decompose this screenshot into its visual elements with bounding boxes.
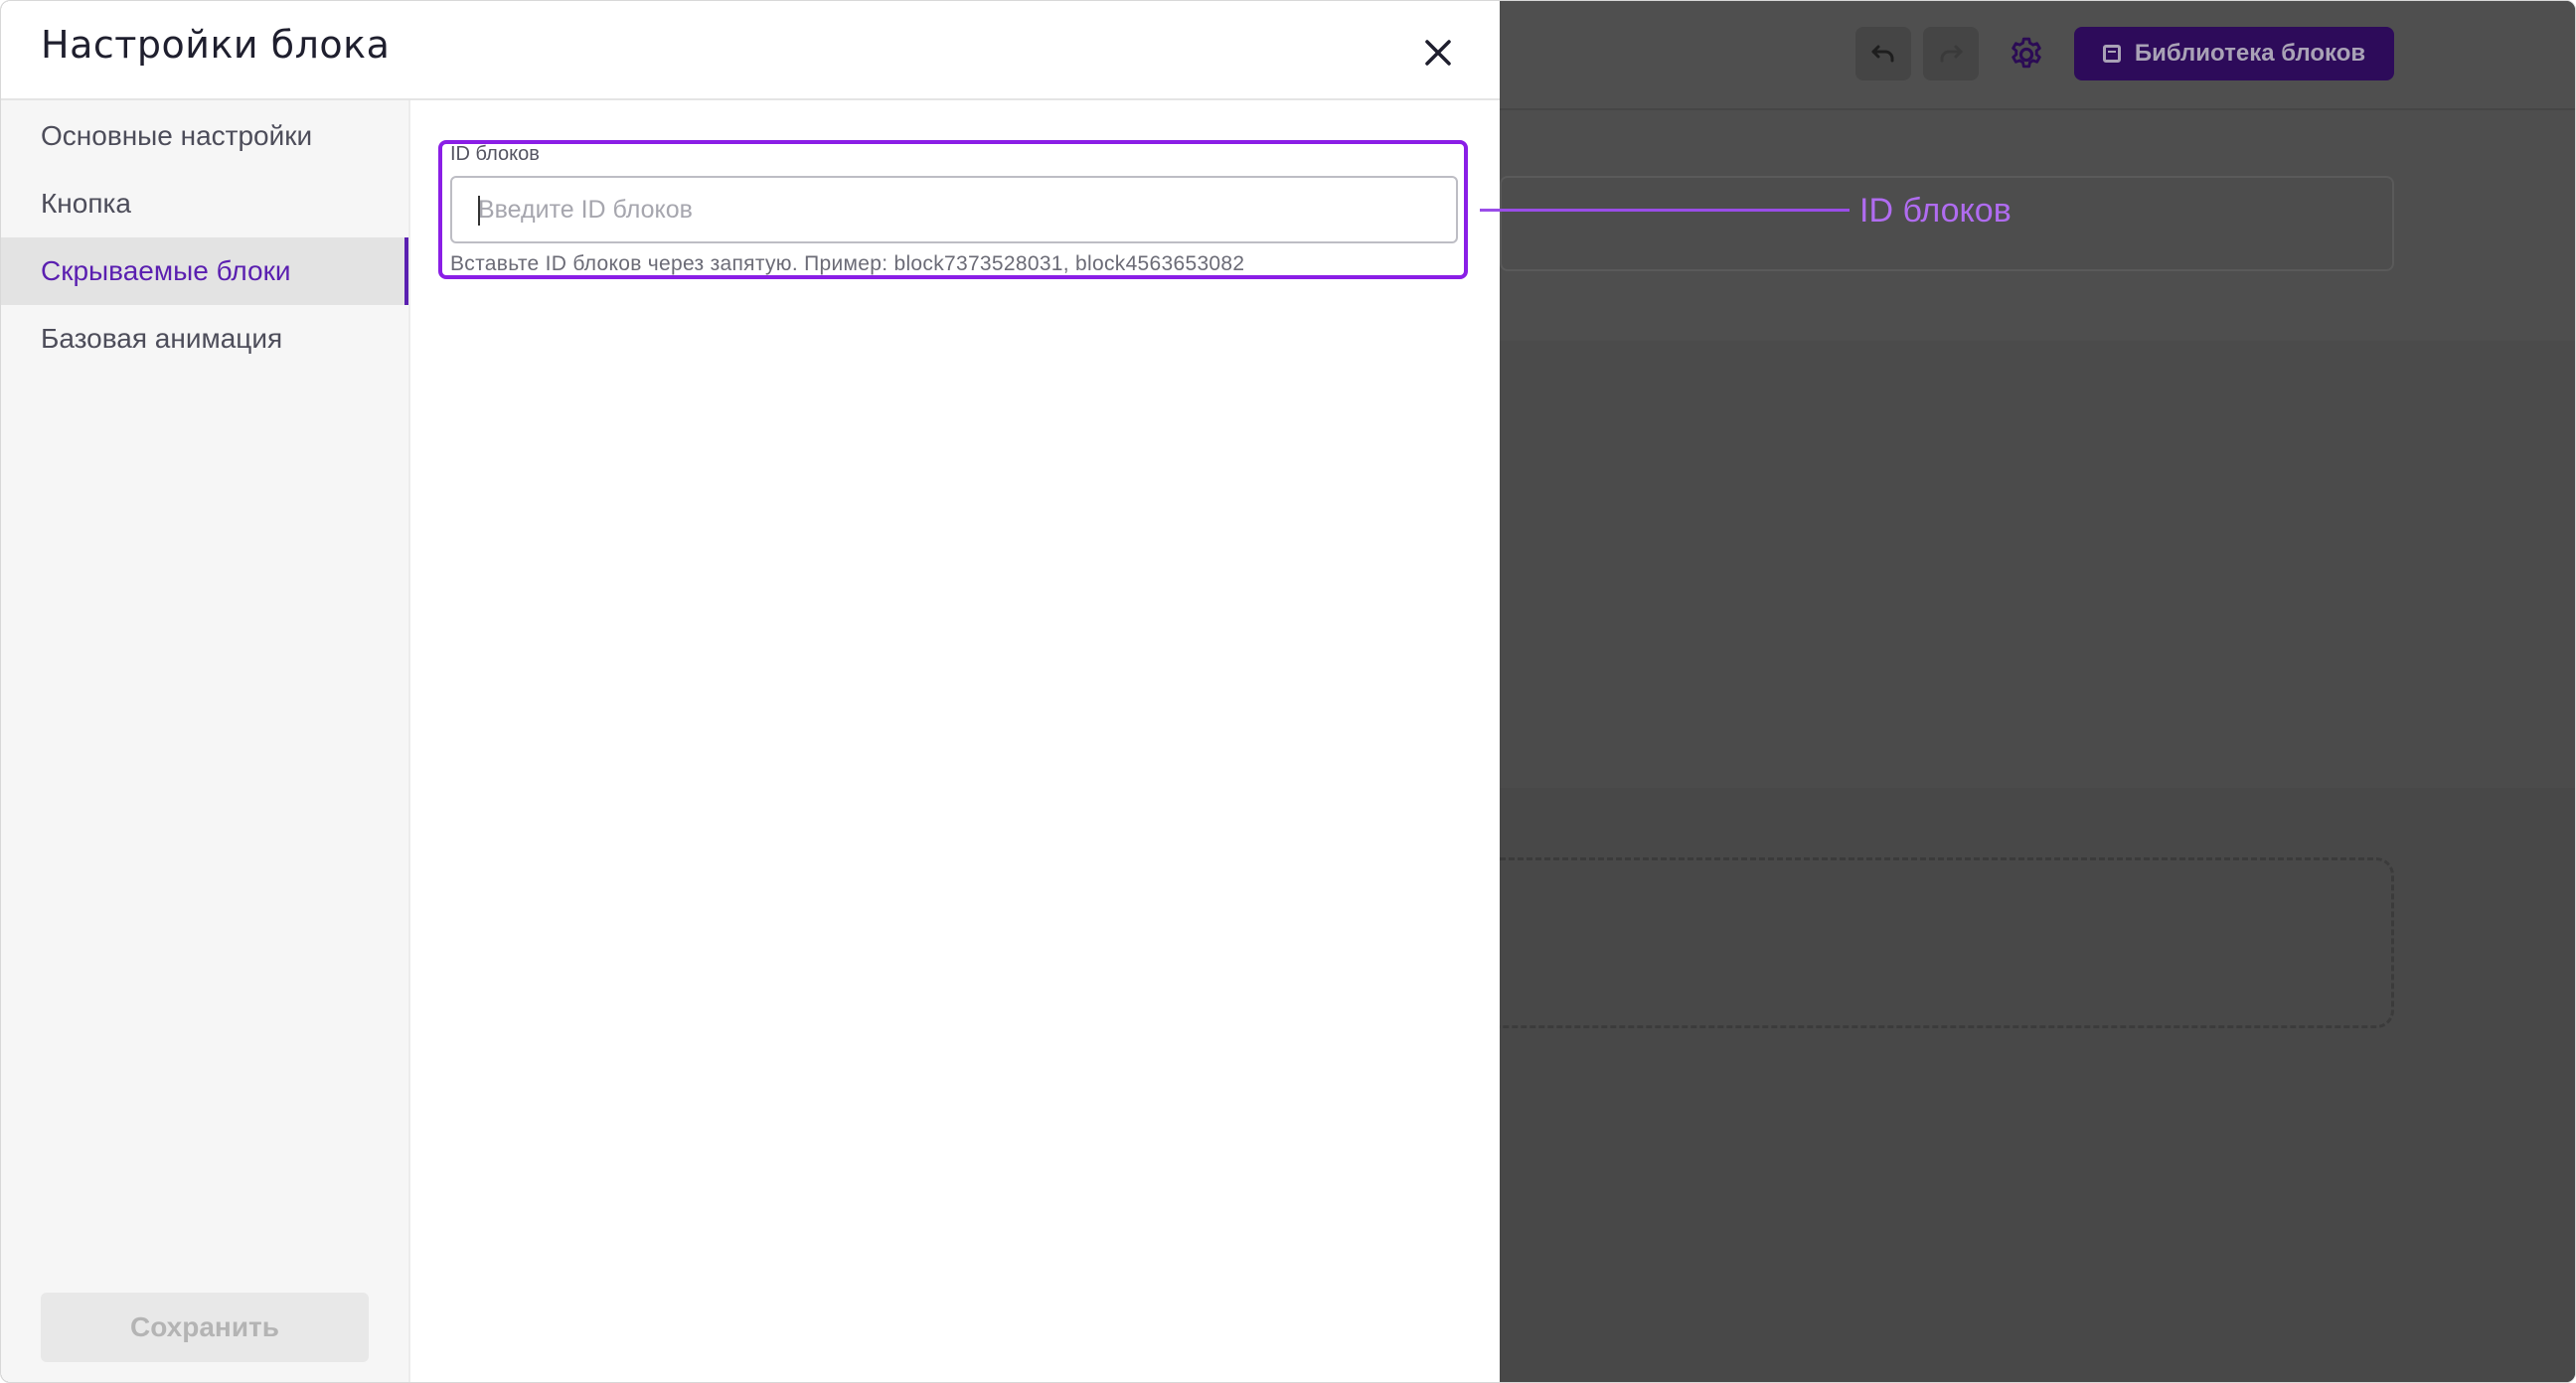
settings-button[interactable]	[1997, 25, 2056, 84]
callout-label: ID блоков	[1859, 192, 2012, 230]
modal-header: Настройки блока	[1, 1, 1500, 100]
settings-content	[410, 100, 1500, 1382]
gear-icon	[2012, 37, 2041, 69]
save-button[interactable]: Сохранить	[41, 1293, 369, 1362]
close-button[interactable]	[1414, 29, 1462, 77]
block-ids-input[interactable]	[450, 176, 1458, 243]
text-caret	[478, 196, 480, 226]
sidebar-item-main-settings[interactable]: Основные настройки	[1, 102, 408, 170]
editor-dropzone	[1392, 857, 2394, 1028]
block-library-label: Библиотека блоков	[2134, 40, 2366, 67]
redo-button[interactable]	[1923, 27, 1979, 80]
close-icon	[1425, 40, 1451, 66]
sidebar-item-base-animation[interactable]: Базовая анимация	[1, 305, 408, 373]
block-ids-hint: Вставьте ID блоков через запятую. Пример…	[450, 252, 1245, 275]
sidebar-item-label: Базовая анимация	[41, 323, 283, 354]
image-icon	[2102, 45, 2121, 63]
block-ids-label: ID блоков	[450, 143, 540, 165]
sidebar-item-hidden-blocks[interactable]: Скрываемые блоки	[1, 237, 408, 305]
undo-button[interactable]	[1855, 27, 1911, 80]
undo-icon	[1871, 45, 1894, 63]
sidebar-item-button[interactable]: Кнопка	[1, 170, 408, 237]
redo-icon	[1940, 45, 1963, 63]
app-window: Библиотека блоков Настройки блока Основн…	[0, 0, 2576, 1383]
block-settings-modal: Настройки блока Основные настройки Кнопк…	[1, 1, 1500, 1382]
block-library-button[interactable]: Библиотека блоков	[2074, 27, 2394, 80]
sidebar-item-label: Основные настройки	[41, 120, 313, 151]
sidebar-item-label: Кнопка	[41, 188, 131, 219]
modal-title: Настройки блока	[41, 23, 391, 67]
sidebar-item-label: Скрываемые блоки	[41, 255, 291, 286]
callout-line	[1480, 209, 1850, 212]
